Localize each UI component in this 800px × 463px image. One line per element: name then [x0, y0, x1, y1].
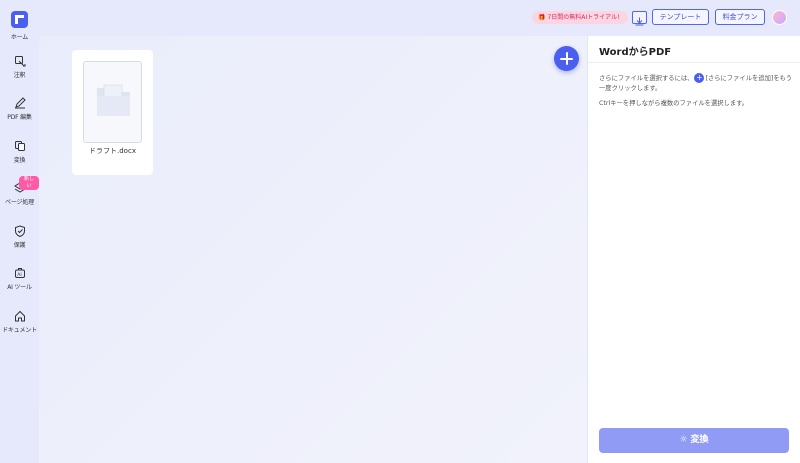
plus-icon: +: [694, 73, 705, 83]
panel-title: WordからPDF: [599, 47, 672, 58]
file-card[interactable]: ドラフト.docx: [72, 50, 153, 175]
sidebar-item-label: ドキュメント: [2, 327, 37, 334]
sidebar: ホーム 注釈 PDF 編集 変換 新しい ページ処理 保護 AI AI ツール …: [0, 0, 39, 463]
convert-button[interactable]: ☼ 変換: [599, 428, 789, 453]
sidebar-item-label: 保護: [13, 242, 26, 249]
instruction-text: さらにファイルを選択するには、 + [さらにファイルを追加]をもう一度クリックします…: [599, 73, 794, 94]
sidebar-item-documents[interactable]: ドキュメント: [0, 310, 39, 334]
new-badge: 新しい: [19, 176, 39, 190]
file-area: ドラフト.docx: [39, 36, 587, 463]
sidebar-item-protect[interactable]: 保護: [0, 225, 39, 249]
ai-tools-icon: AI: [14, 268, 25, 278]
svg-text:AI: AI: [17, 272, 21, 278]
instruction-before: さらにファイルを選択するには、: [599, 75, 694, 82]
file-name: ドラフト.docx: [89, 147, 136, 155]
download-button[interactable]: [632, 11, 647, 26]
home-icon: [14, 310, 25, 322]
avatar[interactable]: [772, 10, 787, 25]
free-trial-text: 7日間の無料AIトライアル!: [547, 14, 620, 21]
convert-icon: [14, 141, 25, 151]
download-icon: [635, 17, 644, 26]
gift-icon: 🎁: [538, 14, 546, 21]
folder-icon: [97, 84, 130, 116]
file-thumbnail: [83, 61, 142, 143]
annotate-icon: [14, 56, 25, 67]
loading-icon: ☼: [679, 435, 688, 445]
sidebar-item-pdf-edit[interactable]: PDF 編集: [0, 97, 39, 121]
divider: [588, 62, 800, 63]
sidebar-item-label: AI ツール: [7, 284, 32, 291]
template-button[interactable]: テンプレート: [652, 9, 709, 25]
convert-label: 変換: [690, 435, 709, 445]
add-file-button[interactable]: [554, 46, 579, 71]
conversion-panel: WordからPDF さらにファイルを選択するには、 + [さらにファイルを追加]をも…: [587, 36, 800, 463]
instruction-ctrl-text: Ctrlキーを押しながら複数のファイルを選択します。: [599, 100, 749, 107]
free-trial-banner[interactable]: 🎁 7日間の無料AIトライアル!: [532, 11, 628, 24]
sidebar-item-label: ページ処理: [5, 199, 34, 206]
sidebar-item-label: 変換: [13, 157, 26, 164]
pricing-button[interactable]: 料金プラン: [715, 9, 765, 25]
sidebar-item-convert[interactable]: 変換: [0, 140, 39, 164]
sidebar-item-label: PDF 編集: [7, 114, 32, 121]
sidebar-item-page-processing[interactable]: 新しい ページ処理: [0, 176, 39, 206]
shield-icon: [14, 225, 25, 237]
app-logo-icon[interactable]: [11, 11, 28, 28]
sidebar-item-label: ホーム: [10, 34, 29, 41]
sidebar-item-annotate[interactable]: 注釈: [0, 55, 39, 79]
sidebar-item-label: 注釈: [13, 72, 26, 79]
sidebar-item-home[interactable]: ホーム: [0, 29, 39, 41]
sidebar-item-ai-tools[interactable]: AI AI ツール: [0, 267, 39, 291]
edit-icon: [14, 97, 26, 109]
